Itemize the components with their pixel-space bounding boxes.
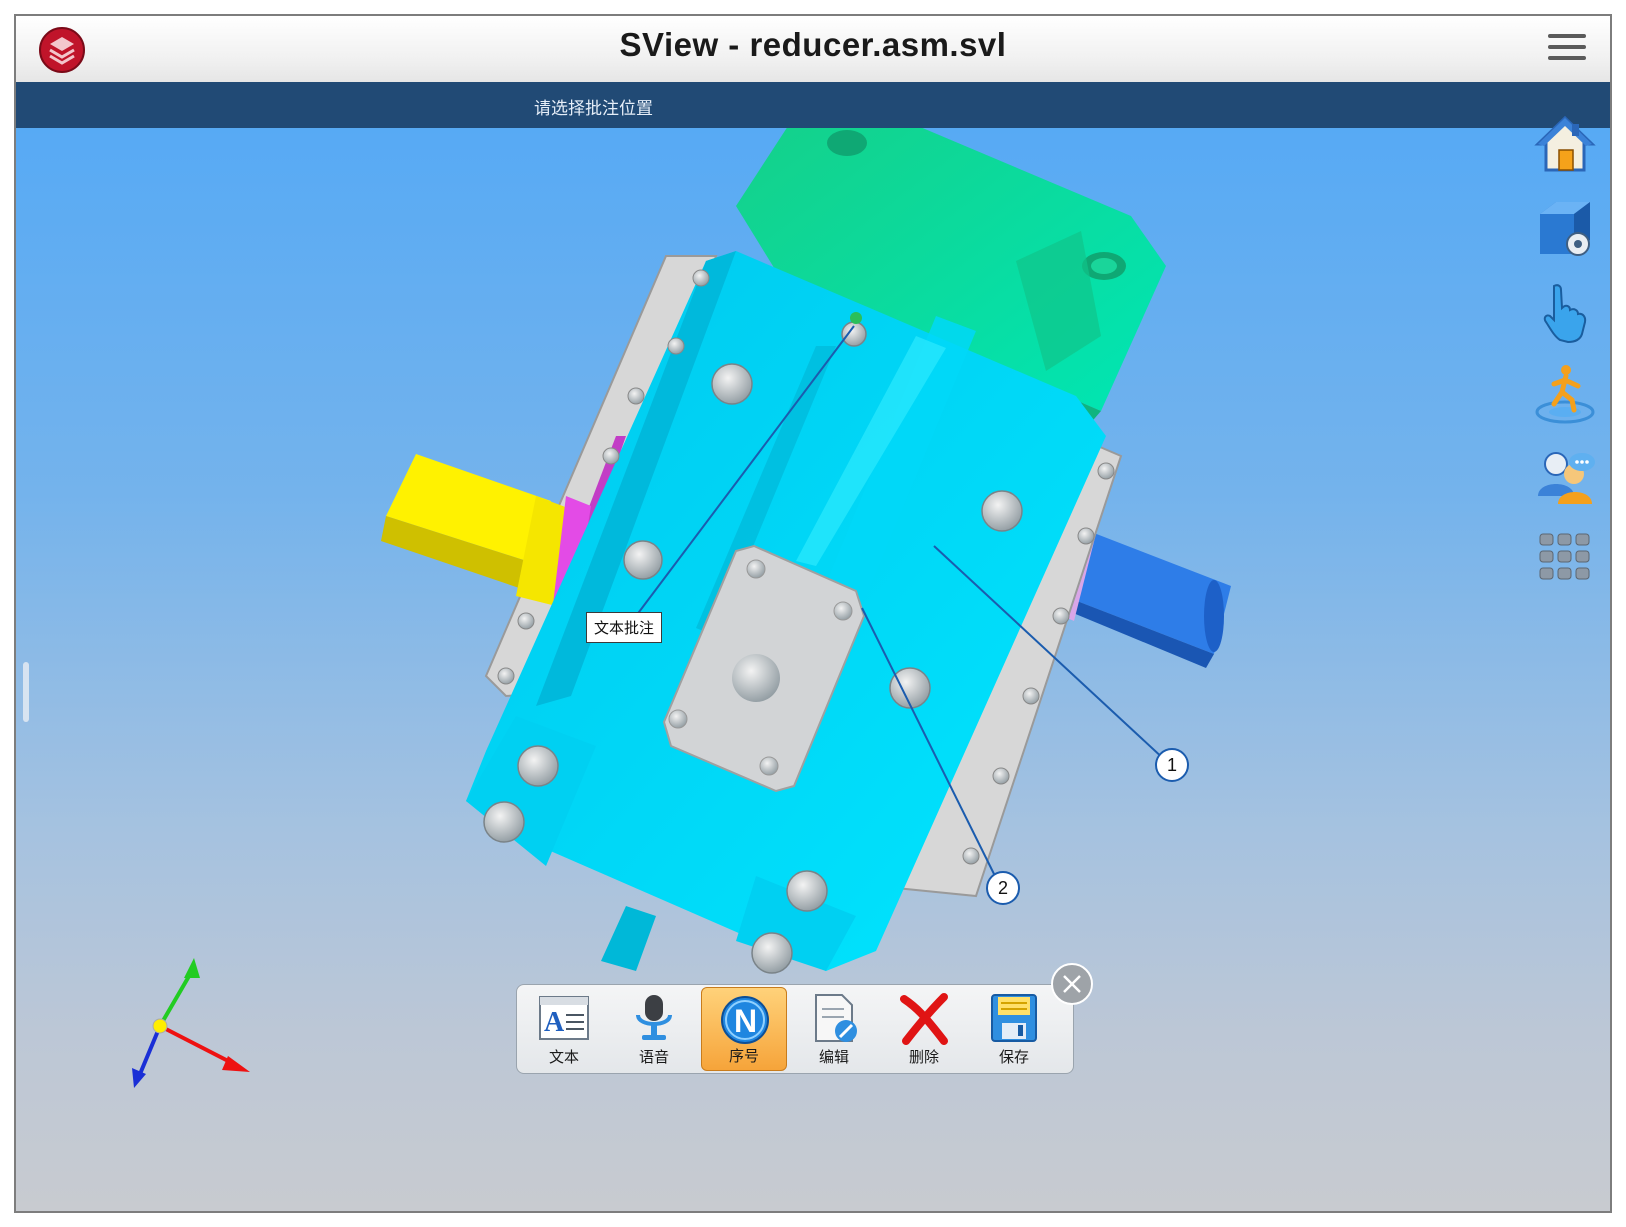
sequence-tool-label: 序号 bbox=[728, 1047, 759, 1065]
balloon-1[interactable]: 1 bbox=[1155, 748, 1189, 782]
voice-tool-button[interactable]: 语音 bbox=[611, 987, 697, 1071]
walkthrough-icon[interactable] bbox=[1532, 362, 1598, 428]
balloon-2[interactable]: 2 bbox=[986, 871, 1020, 905]
view-settings-icon[interactable] bbox=[1532, 196, 1598, 262]
hamburger-menu-icon[interactable] bbox=[1548, 34, 1586, 64]
microphone-icon bbox=[636, 995, 672, 1040]
edit-document-icon bbox=[815, 994, 857, 1042]
annotation-toolbar: A 文本 语音 N 序号 编辑 删除 保存 bbox=[516, 984, 1074, 1074]
sequence-tool-button[interactable]: N 序号 bbox=[701, 987, 787, 1071]
collaboration-icon[interactable] bbox=[1532, 444, 1598, 510]
text-annotation-label[interactable]: 文本批注 bbox=[586, 612, 663, 643]
save-tool-button[interactable]: 保存 bbox=[971, 987, 1057, 1071]
delete-tool-label: 删除 bbox=[908, 1048, 939, 1066]
vent-plug[interactable] bbox=[850, 312, 862, 324]
text-tool-label: 文本 bbox=[548, 1048, 579, 1066]
gesture-icon[interactable] bbox=[1532, 278, 1598, 344]
text-annotation-icon: A bbox=[539, 996, 589, 1040]
save-floppy-icon bbox=[991, 994, 1037, 1042]
viewer-window: SView - reducer.asm.svl 请选择批注位置 文本批注 1 2… bbox=[14, 14, 1612, 1213]
close-toolbar-icon[interactable] bbox=[1050, 962, 1094, 1006]
hint-bar: 请选择批注位置 bbox=[16, 82, 1610, 128]
title-bar: SView - reducer.asm.svl bbox=[16, 16, 1610, 83]
home-icon[interactable] bbox=[1532, 112, 1598, 178]
edit-tool-button[interactable]: 编辑 bbox=[791, 987, 877, 1071]
axis-triad bbox=[132, 958, 250, 1088]
text-tool-button[interactable]: A 文本 bbox=[521, 987, 607, 1071]
sequence-number-icon: N bbox=[721, 996, 769, 1044]
save-tool-label: 保存 bbox=[998, 1048, 1029, 1066]
hint-text: 请选择批注位置 bbox=[534, 99, 653, 119]
svg-text:A: A bbox=[544, 1007, 565, 1038]
app-title: SView - reducer.asm.svl bbox=[619, 26, 1007, 63]
edit-tool-label: 编辑 bbox=[818, 1048, 849, 1066]
delete-tool-button[interactable]: 删除 bbox=[881, 987, 967, 1071]
apps-grid-icon[interactable] bbox=[1532, 526, 1598, 592]
left-panel-handle[interactable] bbox=[23, 662, 29, 722]
delete-x-icon bbox=[900, 993, 948, 1045]
voice-tool-label: 语音 bbox=[638, 1048, 669, 1066]
svg-text:N: N bbox=[734, 1003, 757, 1039]
